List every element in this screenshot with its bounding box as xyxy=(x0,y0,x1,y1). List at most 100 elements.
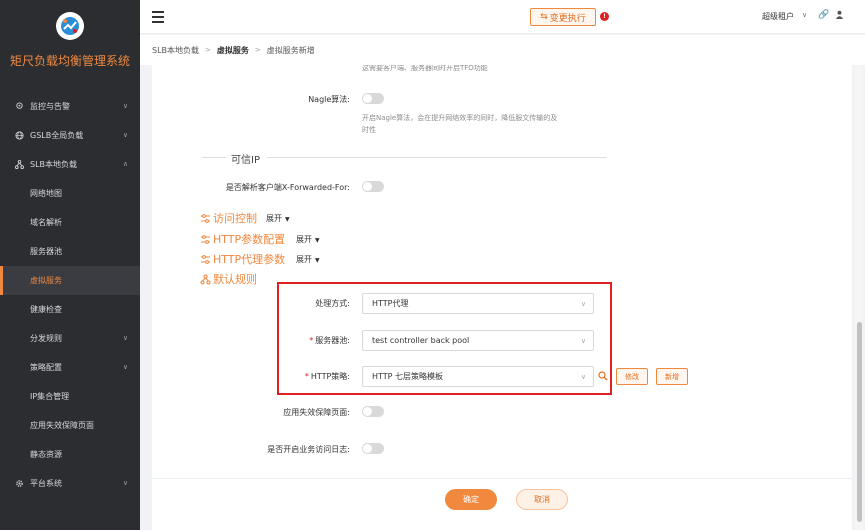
chevron-down-icon: ∨ xyxy=(122,363,128,371)
sidebar-item-label: 虚拟服务 xyxy=(30,276,62,285)
sidebar-item-monitoring[interactable]: 监控与告警 ∨ xyxy=(0,92,140,121)
sidebar-item-label: SLB本地负载 xyxy=(30,160,78,169)
server-pool-select[interactable]: test controller back pool ∨ xyxy=(362,330,594,351)
nagle-label: Nagle算法: xyxy=(308,95,350,104)
policy-value: HTTP 七层策略模板 xyxy=(372,372,444,381)
section-divider xyxy=(202,157,226,158)
sidebar-item-health-check[interactable]: 健康检查 xyxy=(0,295,140,324)
breadcrumb-current: 虚拟服务新增 xyxy=(266,45,315,55)
sidebar-item-dispatch-rules[interactable]: 分发规则 ∨ xyxy=(0,324,140,353)
sidebar-item-gslb[interactable]: GSLB全局负载 ∨ xyxy=(0,121,140,150)
user-name[interactable]: 超级租户 xyxy=(762,11,794,22)
expand-label: 展开 xyxy=(296,235,312,244)
group-title-label: 访问控制 xyxy=(213,212,257,225)
form-panel: 这需要客户端、服务器同时开启TFO功能 Nagle算法: 开启Nagle算法，会… xyxy=(152,65,852,530)
sidebar-item-dns[interactable]: 域名解析 xyxy=(0,208,140,237)
alert-badge[interactable]: ! xyxy=(600,12,609,21)
confirm-button[interactable]: 确定 xyxy=(445,489,497,510)
chevron-down-icon: ∨ xyxy=(580,373,586,381)
sidebar-item-label: 分发规则 xyxy=(30,334,62,343)
modify-button[interactable]: 修改 xyxy=(616,368,648,385)
expand-access-control[interactable]: 展开 ▼ xyxy=(266,213,290,224)
breadcrumb-item[interactable]: 虚拟服务 xyxy=(217,45,249,56)
group-title-label: 默认规则 xyxy=(213,273,257,286)
expand-label: 展开 xyxy=(266,214,282,223)
sidebar-item-static-resources[interactable]: 静态资源 xyxy=(0,440,140,469)
menu-toggle-icon[interactable] xyxy=(152,11,164,23)
sidebar-item-label: 服务器池 xyxy=(30,247,62,256)
change-execute-button[interactable]: ⇆ 变更执行 xyxy=(530,8,596,26)
http-policy-select[interactable]: HTTP 七层策略模板 ∨ xyxy=(362,366,594,387)
network-icon xyxy=(14,160,24,170)
chevron-up-icon: ∧ xyxy=(122,160,128,168)
access-log-label: 是否开启业务访问日志: xyxy=(267,445,350,454)
caret-down-icon: ▼ xyxy=(285,216,290,223)
chevron-down-icon: ∨ xyxy=(122,479,128,487)
fail-page-label: 应用失效保障页面: xyxy=(283,408,350,417)
sidebar-item-network-map[interactable]: 网络地图 xyxy=(0,179,140,208)
expand-http-proxy[interactable]: 展开 ▼ xyxy=(296,254,320,265)
sidebar-item-label: IP集合管理 xyxy=(30,392,70,401)
app-logo xyxy=(56,12,84,40)
sidebar-menu: 监控与告警 ∨ GSLB全局负载 ∨ SLB本地负载 ∧ 网络地图 域名解析 服… xyxy=(0,92,140,498)
nagle-help-line: 开启Nagle算法，会在提升网络效率的同时，降低服文传输的及 xyxy=(362,114,558,122)
chevron-down-icon[interactable]: ∨ xyxy=(802,11,807,19)
nagle-help-line: 时性 xyxy=(362,126,376,134)
sidebar-item-label: GSLB全局负载 xyxy=(30,131,84,140)
sidebar-item-label: 域名解析 xyxy=(30,218,62,227)
sliders-icon xyxy=(200,213,211,224)
expand-http-params[interactable]: 展开 ▼ xyxy=(296,234,320,245)
chevron-down-icon: ∨ xyxy=(580,337,586,345)
nagle-switch[interactable] xyxy=(362,93,384,104)
cancel-button[interactable]: 取消 xyxy=(516,489,568,510)
user-icon[interactable] xyxy=(835,10,844,22)
network-icon xyxy=(200,274,211,285)
group-http-proxy[interactable]: HTTP代理参数 xyxy=(200,251,285,267)
sidebar-item-label: 静态资源 xyxy=(30,450,62,459)
chevron-right-icon: > xyxy=(205,46,211,54)
nagle-help-text: 开启Nagle算法，会在提升网络效率的同时，降低服文传输的及 时性 xyxy=(362,112,602,136)
group-title-label: HTTP代理参数 xyxy=(213,253,286,266)
processing-label: 处理方式: xyxy=(315,299,350,308)
group-http-params[interactable]: HTTP参数配置 xyxy=(200,231,285,247)
chevron-down-icon: ∨ xyxy=(122,131,128,139)
group-default-rule: 默认规则 xyxy=(200,271,257,287)
sidebar-item-policy-config[interactable]: 策略配置 ∨ xyxy=(0,353,140,382)
pool-label: * 服务器池: xyxy=(309,336,350,345)
policy-label: * HTTP策略: xyxy=(304,372,350,381)
xff-label: 是否解析客户端X-Forwarded-For: xyxy=(225,183,350,192)
app-title: 矩尺负载均衡管理系统 xyxy=(9,54,130,68)
sidebar-item-label: 应用失效保障页面 xyxy=(30,421,94,430)
exchange-icon: ⇆ xyxy=(540,12,548,22)
sliders-icon xyxy=(200,234,211,245)
pool-label-text: 服务器池: xyxy=(315,336,350,345)
chevron-right-icon: > xyxy=(254,46,261,54)
expand-label: 展开 xyxy=(296,255,312,264)
add-button[interactable]: 新增 xyxy=(656,368,688,385)
sidebar-item-slb[interactable]: SLB本地负载 ∧ xyxy=(0,150,140,179)
location-icon xyxy=(14,102,24,112)
group-access-control[interactable]: 访问控制 xyxy=(200,210,257,226)
sidebar-item-platform[interactable]: 平台系统 ∨ xyxy=(0,469,140,498)
link-icon[interactable]: 🔗 xyxy=(818,10,829,20)
access-log-switch[interactable] xyxy=(362,443,384,454)
logo-icon xyxy=(61,17,79,35)
sidebar-item-fail-page[interactable]: 应用失效保障页面 xyxy=(0,411,140,440)
processing-value: HTTP代理 xyxy=(372,299,409,308)
sidebar-item-virtual-service[interactable]: 虚拟服务 xyxy=(0,266,140,295)
breadcrumb-item[interactable]: SLB本地负载 xyxy=(152,45,199,56)
sidebar: 矩尺负载均衡管理系统 监控与告警 ∨ GSLB全局负载 ∨ SLB本地负载 ∧ … xyxy=(0,0,140,530)
breadcrumb: SLB本地负载 > 虚拟服务 > 虚拟服务新增 xyxy=(140,35,865,65)
search-icon[interactable] xyxy=(598,371,608,383)
group-title-label: HTTP参数配置 xyxy=(213,233,286,246)
sidebar-item-label: 策略配置 xyxy=(30,363,62,372)
chevron-down-icon: ∨ xyxy=(122,102,128,110)
xff-switch[interactable] xyxy=(362,181,384,192)
section-divider xyxy=(267,157,607,158)
sidebar-item-ip-set[interactable]: IP集合管理 xyxy=(0,382,140,411)
processing-select[interactable]: HTTP代理 ∨ xyxy=(362,293,594,314)
scrollbar-thumb[interactable] xyxy=(857,322,862,522)
tfo-help-text: 这需要客户端、服务器同时开启TFO功能 xyxy=(362,65,488,72)
fail-page-switch[interactable] xyxy=(362,406,384,417)
sidebar-item-server-pool[interactable]: 服务器池 xyxy=(0,237,140,266)
